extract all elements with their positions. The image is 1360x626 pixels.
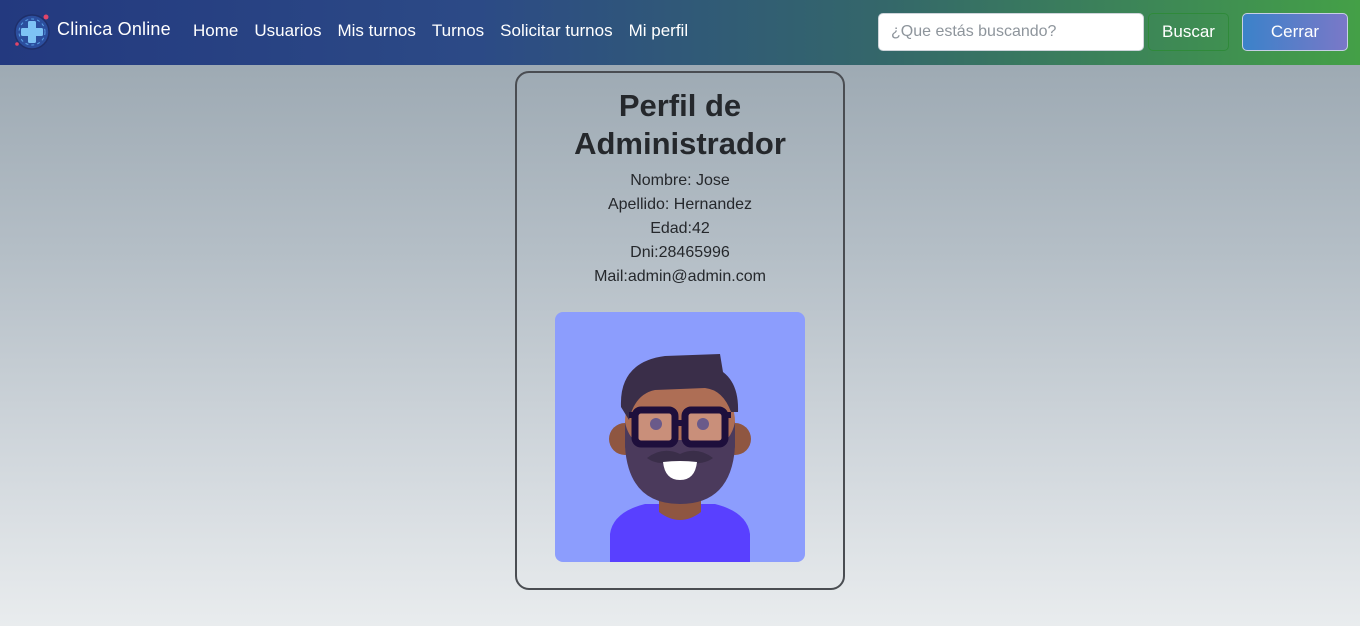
nav-links: Home Usuarios Mis turnos Turnos Solicita… bbox=[193, 21, 704, 41]
profile-edad: Edad:42 bbox=[650, 220, 710, 237]
profile-dni: Dni:28465996 bbox=[630, 244, 730, 261]
profile-apellido: Apellido: Hernandez bbox=[607, 196, 753, 213]
nav-link-solicitar-turnos[interactable]: Solicitar turnos bbox=[500, 21, 612, 41]
search-input[interactable] bbox=[878, 13, 1144, 51]
man-with-glasses-avatar-icon bbox=[609, 354, 751, 562]
brand-name: Clinica Online bbox=[57, 18, 171, 39]
profile-mail: Mail:admin@admin.com bbox=[594, 268, 766, 285]
profile-title: Perfil de Administrador bbox=[574, 88, 786, 161]
profile-info: Nombre: Jose Apellido: Hernandez Edad:42… bbox=[517, 169, 843, 289]
profile-avatar bbox=[555, 312, 805, 562]
search-button[interactable]: Buscar bbox=[1148, 13, 1229, 51]
profile-card: Perfil de Administrador Nombre: Jose Ape… bbox=[515, 71, 845, 590]
nav-link-home[interactable]: Home bbox=[193, 21, 238, 41]
nav-link-mis-turnos[interactable]: Mis turnos bbox=[337, 21, 415, 41]
brand[interactable]: Clinica Online bbox=[13, 13, 171, 51]
nav-link-turnos[interactable]: Turnos bbox=[432, 21, 484, 41]
logout-button[interactable]: Cerrar bbox=[1242, 13, 1348, 51]
nav-link-mi-perfil[interactable]: Mi perfil bbox=[629, 21, 689, 41]
top-navbar: Clinica Online Home Usuarios Mis turnos … bbox=[0, 0, 1360, 65]
profile-nombre: Nombre: Jose bbox=[630, 172, 730, 189]
medical-cross-icon bbox=[14, 14, 50, 50]
nav-link-usuarios[interactable]: Usuarios bbox=[254, 21, 321, 41]
